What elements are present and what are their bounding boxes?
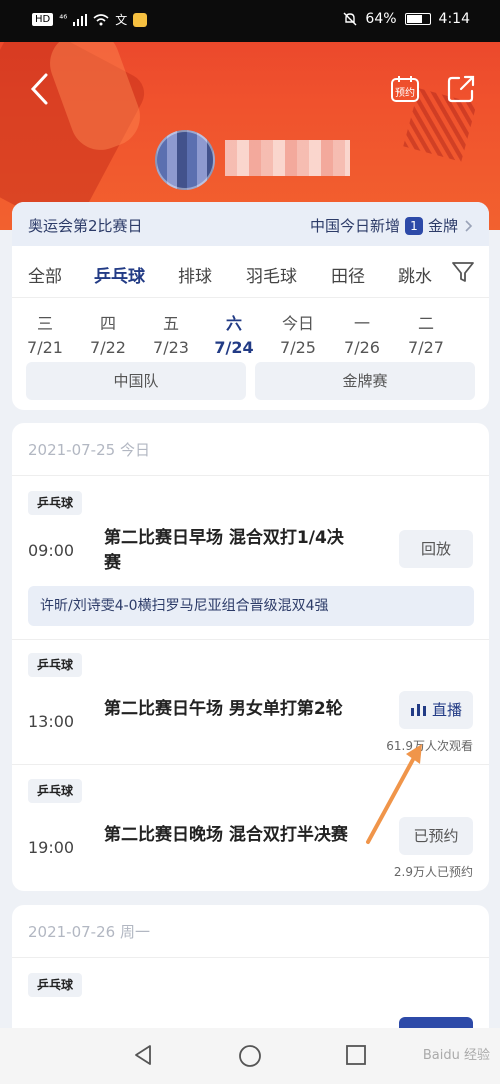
sport-tabs: 全部 乒乓球 排球 羽毛球 田径 跳水 xyxy=(12,246,489,298)
date-item-selected[interactable]: 六 7/24 xyxy=(206,310,262,357)
home-nav-icon[interactable] xyxy=(238,1044,262,1068)
event-time: 13:00 xyxy=(28,712,75,731)
date-item[interactable]: 三 7/21 xyxy=(17,310,73,357)
back-nav-icon[interactable] xyxy=(132,1044,154,1066)
event-title[interactable]: 第二比赛日早场 混合双打1/4决赛 xyxy=(104,526,349,576)
date-weekday: 四 xyxy=(99,314,116,333)
chevron-left-icon xyxy=(30,73,48,105)
event-title[interactable]: 第二比赛日晚场 混合双打半决赛 xyxy=(104,823,349,848)
avatar xyxy=(155,130,215,190)
date-weekday: 一 xyxy=(353,314,370,333)
event-title[interactable]: 第二比赛日午场 男女单打第2轮 xyxy=(104,697,349,722)
username-blurred xyxy=(225,140,350,176)
recents-nav-icon[interactable] xyxy=(345,1044,367,1066)
date-weekday: 五 xyxy=(162,314,179,333)
date-item[interactable]: 二 7/27 xyxy=(398,310,454,357)
date-value: 7/24 xyxy=(214,338,254,357)
text-mode-icon: 文 xyxy=(115,13,128,27)
banner-medal-label: 金牌 xyxy=(427,217,458,235)
banner-medal-text: 中国今日新增 xyxy=(309,217,400,235)
date-weekday: 今日 xyxy=(281,314,314,333)
date-value: 7/25 xyxy=(280,338,316,357)
banner-day-label: 奥运会第2比赛日 xyxy=(28,217,143,235)
date-weekday: 三 xyxy=(36,314,53,333)
annotation-arrow xyxy=(366,744,422,844)
china-team-filter[interactable]: 中国队 xyxy=(26,362,246,400)
date-item[interactable]: 一 7/26 xyxy=(334,310,390,357)
reservation-count: 2.9万人已预约 xyxy=(393,865,473,879)
hd-indicator: HD xyxy=(32,13,54,26)
gold-medal-filter[interactable]: 金牌赛 xyxy=(255,362,475,400)
medal-banner[interactable]: 奥运会第2比赛日 中国今日新增 1 金牌 xyxy=(12,202,489,246)
banner-medal-info: 中国今日新增 1 金牌 xyxy=(310,215,473,236)
sport-tag: 乒乓球 xyxy=(28,653,82,677)
clock: 4:14 xyxy=(438,11,470,27)
divider xyxy=(12,475,489,476)
share-button[interactable] xyxy=(446,74,476,104)
date-value: 7/22 xyxy=(90,338,126,357)
tab-volleyball[interactable]: 排球 xyxy=(178,262,212,287)
medal-count-badge: 1 xyxy=(404,216,423,235)
event-result[interactable]: 许昕/刘诗雯4-0横扫罗马尼亚组合晋级混双4强 xyxy=(28,586,474,626)
date-item[interactable]: 五 7/23 xyxy=(143,310,199,357)
status-bar: HD ⁴⁶ 文 64% 4:14 xyxy=(0,0,500,42)
date-weekday: 二 xyxy=(417,314,434,333)
divider xyxy=(12,639,489,640)
sport-tag: 乒乓球 xyxy=(28,779,82,803)
chevron-right-icon xyxy=(465,219,473,232)
divider xyxy=(12,957,489,958)
tab-badminton[interactable]: 羽毛球 xyxy=(246,262,297,287)
replay-button[interactable]: 回放 xyxy=(399,530,473,568)
sport-tag: 乒乓球 xyxy=(28,973,82,997)
date-weekday: 六 xyxy=(225,314,242,333)
battery-percent: 64% xyxy=(365,11,397,27)
filter-card: 奥运会第2比赛日 中国今日新增 1 金牌 全部 乒乓球 排球 羽毛球 田径 跳水… xyxy=(12,202,489,410)
date-value: 7/26 xyxy=(344,338,380,357)
tab-all[interactable]: 全部 xyxy=(28,262,62,287)
live-button[interactable]: 直播 xyxy=(399,691,473,729)
filter-icon[interactable] xyxy=(451,260,475,284)
live-bars-icon xyxy=(410,704,426,716)
app-notification-icon xyxy=(133,12,148,27)
date-item[interactable]: 今日 7/25 xyxy=(270,310,326,357)
date-value: 7/21 xyxy=(27,338,63,357)
reminder-button[interactable]: 预约 xyxy=(390,74,420,104)
tab-table-tennis[interactable]: 乒乓球 xyxy=(94,262,145,287)
schedule-day-header: 2021-07-26 周一 xyxy=(28,923,150,941)
live-label: 直播 xyxy=(431,701,462,719)
sport-tag: 乒乓球 xyxy=(28,491,82,515)
watermark: Baidu 经验 xyxy=(422,1048,490,1063)
event-time: 19:00 xyxy=(28,838,75,857)
tab-diving[interactable]: 跳水 xyxy=(398,262,432,287)
event-time: 09:00 xyxy=(28,541,75,560)
header-banner: HD ⁴⁶ 文 64% 4:14 预约 xyxy=(0,0,500,230)
back-button[interactable] xyxy=(28,72,58,108)
wifi-icon xyxy=(93,13,109,25)
schedule-day-header: 2021-07-25 今日 xyxy=(28,441,150,459)
date-value: 7/27 xyxy=(408,338,444,357)
share-icon xyxy=(447,75,475,103)
signal-label: ⁴⁶ xyxy=(59,14,68,25)
battery-icon xyxy=(404,13,431,25)
mute-icon xyxy=(343,12,357,26)
reminder-label: 预约 xyxy=(395,88,415,99)
date-value: 7/23 xyxy=(153,338,189,357)
tab-athletics[interactable]: 田径 xyxy=(331,262,365,287)
signal-icon xyxy=(73,13,88,26)
date-item[interactable]: 四 7/22 xyxy=(80,310,136,357)
